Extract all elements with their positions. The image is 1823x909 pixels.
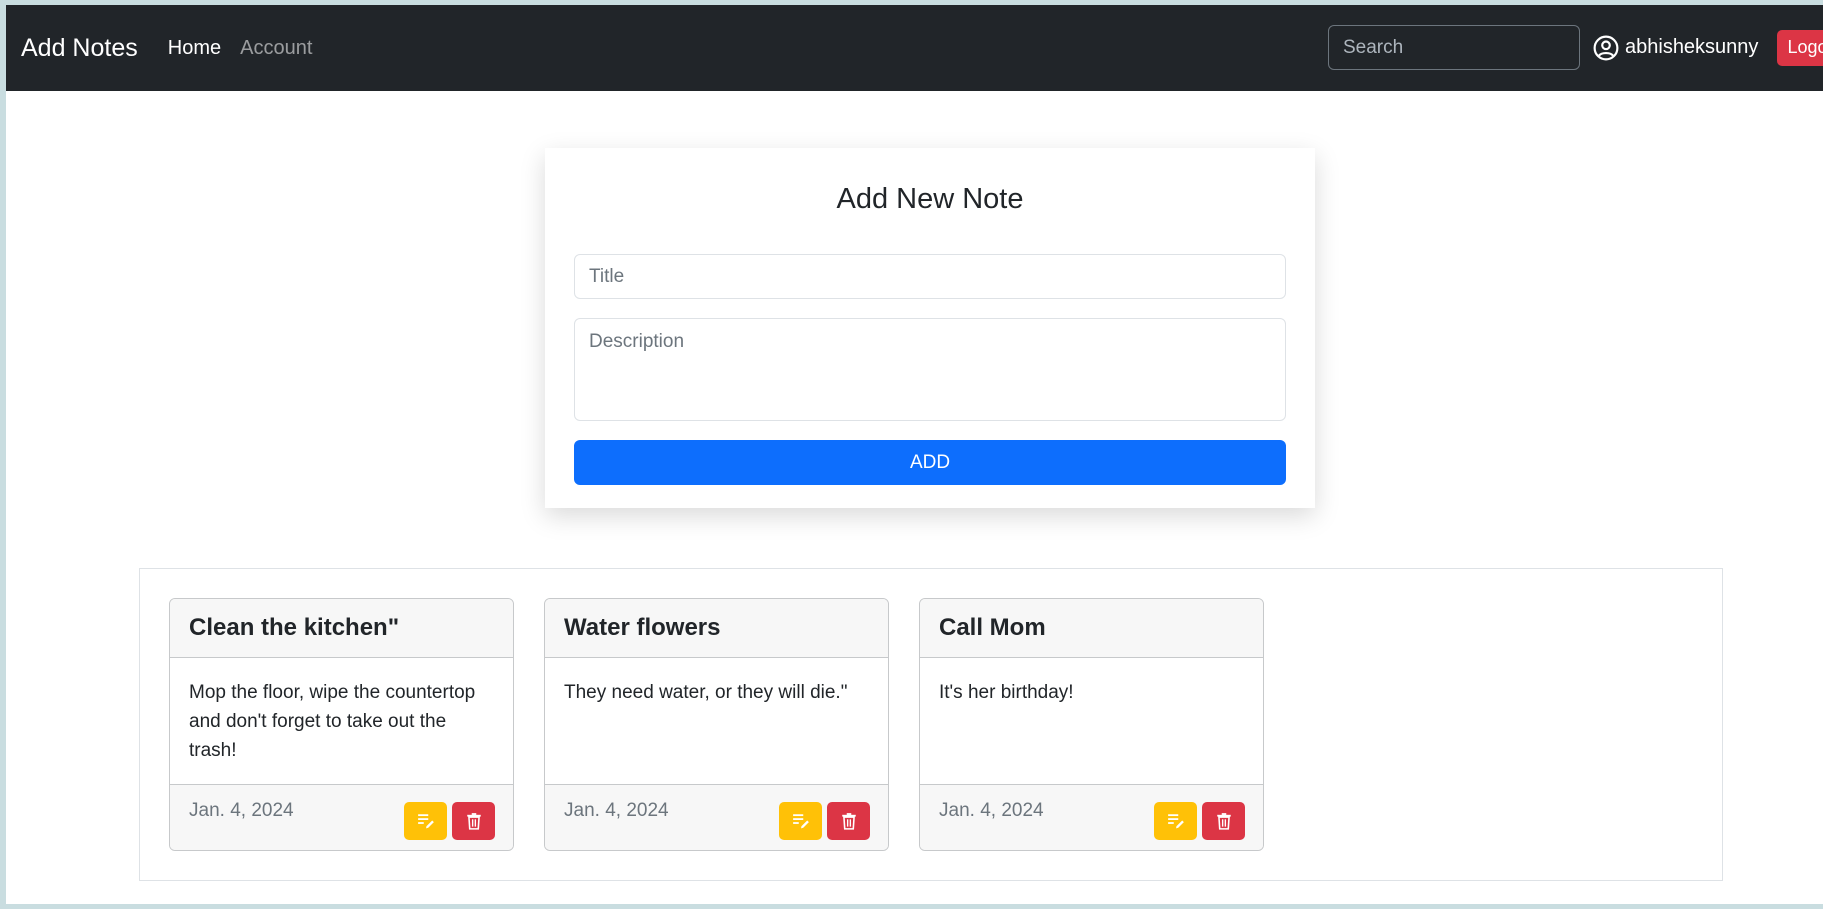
username: abhisheksunny bbox=[1625, 36, 1759, 58]
note-body: Mop the floor, wipe the countertop and d… bbox=[189, 682, 476, 761]
note-date: Jan. 4, 2024 bbox=[189, 800, 294, 821]
description-input[interactable] bbox=[574, 318, 1286, 421]
note-card: Clean the kitchen" Mop the floor, wipe t… bbox=[169, 598, 514, 851]
note-body: They need water, or they will die." bbox=[564, 682, 848, 703]
trash-icon bbox=[841, 813, 856, 830]
note-date: Jan. 4, 2024 bbox=[564, 800, 669, 821]
note-actions bbox=[404, 802, 495, 840]
edit-note-icon bbox=[417, 814, 434, 829]
note-footer: Jan. 4, 2024 bbox=[170, 784, 513, 850]
note-actions bbox=[1154, 802, 1245, 840]
note-title: Call Mom bbox=[920, 599, 1263, 658]
notes-list: Clean the kitchen" Mop the floor, wipe t… bbox=[139, 568, 1723, 881]
person-circle-icon bbox=[1593, 35, 1619, 60]
navbar-brand[interactable]: Add Notes bbox=[21, 34, 138, 63]
note-title: Water flowers bbox=[545, 599, 888, 658]
note-actions bbox=[779, 802, 870, 840]
app-window: Add Notes Home Account abhisheksunny Log… bbox=[6, 5, 1823, 904]
note-title: Clean the kitchen" bbox=[170, 599, 513, 658]
note-body: It's her birthday! bbox=[939, 682, 1074, 703]
edit-button[interactable] bbox=[1154, 802, 1197, 840]
edit-note-icon bbox=[792, 814, 809, 829]
note-card: Water flowers They need water, or they w… bbox=[544, 598, 889, 851]
note-footer: Jan. 4, 2024 bbox=[545, 784, 888, 850]
edit-note-icon bbox=[1167, 814, 1184, 829]
delete-button[interactable] bbox=[827, 802, 870, 840]
add-button[interactable]: ADD bbox=[574, 440, 1286, 485]
nav-link-account[interactable]: Account bbox=[240, 37, 312, 60]
note-card: Call Mom It's her birthday! Jan. 4, 2024 bbox=[919, 598, 1264, 851]
navbar-right: abhisheksunny Logout bbox=[1328, 25, 1823, 70]
trash-icon bbox=[466, 813, 481, 830]
trash-icon bbox=[1216, 813, 1231, 830]
note-footer: Jan. 4, 2024 bbox=[920, 784, 1263, 850]
delete-button[interactable] bbox=[452, 802, 495, 840]
note-date: Jan. 4, 2024 bbox=[939, 800, 1044, 821]
title-input[interactable] bbox=[574, 254, 1286, 299]
nav-link-home[interactable]: Home bbox=[168, 37, 221, 60]
form-title: Add New Note bbox=[836, 183, 1024, 215]
delete-button[interactable] bbox=[1202, 802, 1245, 840]
search-input[interactable] bbox=[1328, 25, 1580, 70]
edit-button[interactable] bbox=[779, 802, 822, 840]
navbar: Add Notes Home Account abhisheksunny Log… bbox=[6, 5, 1823, 91]
add-note-form: Add New Note ADD bbox=[545, 148, 1315, 508]
logout-button[interactable]: Logout bbox=[1777, 29, 1823, 66]
edit-button[interactable] bbox=[404, 802, 447, 840]
user-menu[interactable]: abhisheksunny bbox=[1593, 35, 1758, 61]
